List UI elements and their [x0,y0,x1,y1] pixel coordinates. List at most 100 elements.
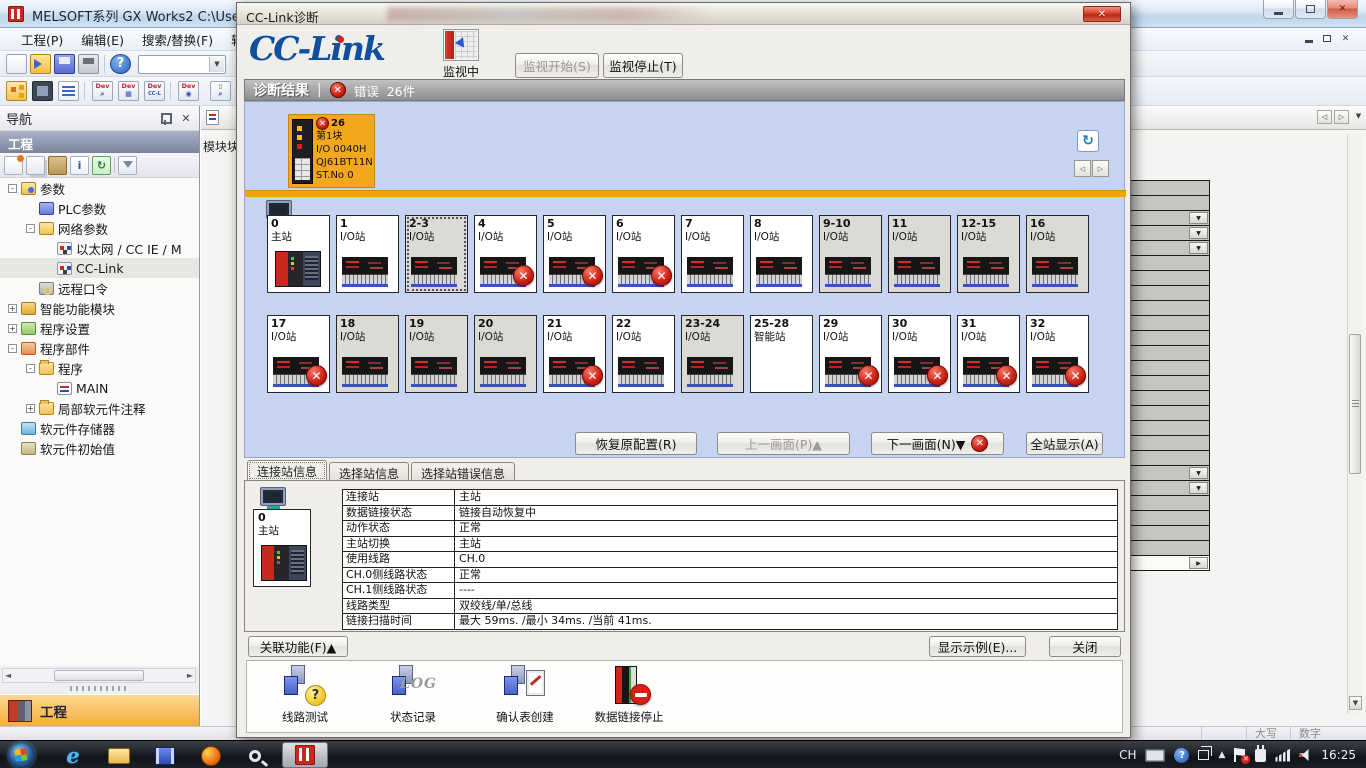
param-cell-19[interactable] [1130,450,1210,466]
tree-horizontal-scrollbar[interactable]: ◄ ► [2,668,196,683]
tool-4[interactable]: 数据链接停止 [567,664,691,725]
scrollbar-thumb[interactable] [1349,334,1361,474]
minimize-button[interactable] [1263,0,1294,19]
module-icon[interactable] [32,81,53,101]
monitor-start-button[interactable]: 监视开始(S) [515,53,599,78]
station-22[interactable]: 22I/O站 [612,315,675,393]
combobox-dropdown-icon[interactable]: ▼ [209,57,224,72]
tree-item-3[interactable]: 以太网 / CC IE / M [0,238,199,258]
print-icon[interactable] [78,54,99,74]
watch-combobox[interactable]: ▼ [138,55,226,74]
station-32[interactable]: 32I/O站✕ [1026,315,1089,393]
language-indicator[interactable]: CH [1119,748,1136,762]
show-all-stations-button[interactable]: 全站显示(A) [1026,432,1103,455]
splitter-handle[interactable] [70,686,130,691]
station-1[interactable]: 1I/O站 [336,215,399,293]
tree-item-12[interactable]: 软元件存储器 [0,418,199,438]
mdi-close-button[interactable]: ✕ [1338,31,1353,46]
close-button[interactable]: ✕ [1327,0,1358,19]
param-cell-5[interactable]: ▼ [1130,240,1210,256]
property-icon[interactable]: i [70,156,89,175]
param-cell-11[interactable] [1130,330,1210,346]
station-17[interactable]: 17I/O站✕ [267,315,330,393]
new-project-icon[interactable] [6,54,27,74]
station-7[interactable]: 7I/O站 [681,215,744,293]
start-button[interactable] [8,742,35,768]
media-player-icon[interactable] [152,744,178,767]
tree-item-4[interactable]: CC-Link [0,258,199,278]
tree-expand-box[interactable]: + [26,404,35,413]
device-find-icon[interactable]: Dev⌕ [92,81,113,101]
power-icon[interactable] [1255,749,1266,762]
tree-expand-box[interactable]: - [26,224,35,233]
tree-item-11[interactable]: +局部软元件注释 [0,398,199,418]
param-cell-17[interactable] [1130,420,1210,436]
tree-item-2[interactable]: -网络参数 [0,218,199,238]
tree-item-10[interactable]: MAIN [0,378,199,398]
gx-works2-taskbar-button[interactable] [282,742,328,768]
help-icon[interactable]: ? [110,54,131,74]
new-item-icon[interactable] [4,156,23,175]
param-cell-12[interactable] [1130,345,1210,361]
device-q-icon[interactable]: ▯⌕ [210,81,231,101]
tab-list-button[interactable]: ▼ [1351,110,1366,124]
param-cell-25[interactable] [1130,540,1210,556]
related-functions-button[interactable]: 关联功能(F)▲ [248,636,348,657]
station-18[interactable]: 18I/O站 [336,315,399,393]
station-31[interactable]: 31I/O站✕ [957,315,1020,393]
station-0[interactable]: 0主站 [267,215,330,293]
tree-expand-box[interactable]: - [26,364,35,373]
param-cell-26[interactable]: ▶ [1130,555,1210,571]
menu-item-2[interactable]: 搜索/替换(F) [133,27,222,52]
tree-item-6[interactable]: +智能功能模块 [0,298,199,318]
save-project-icon[interactable] [54,54,75,74]
param-cell-24[interactable] [1130,525,1210,541]
action-center-icon[interactable]: ✕ [1234,748,1246,762]
device-watch-icon[interactable]: Dev◉ [178,81,199,101]
menu-item-0[interactable]: 工程(P) [12,27,72,52]
tab-2[interactable]: 选择站错误信息 [411,462,515,481]
tree-item-5[interactable]: 远程口令 [0,278,199,298]
prev-screen-button[interactable]: 上一画面(P)▲ [717,432,850,455]
ime-help-icon[interactable]: ? [1174,748,1189,763]
param-cell-6[interactable] [1130,255,1210,271]
scroll-left-icon[interactable]: ◄ [5,671,11,680]
param-cell-8[interactable] [1130,285,1210,301]
firefox-icon[interactable] [198,744,224,767]
station-30[interactable]: 30I/O站✕ [888,315,951,393]
close-dialog-button[interactable]: 关闭 [1049,636,1121,657]
param-cell-23[interactable] [1130,510,1210,526]
scrollbar-thumb[interactable] [54,670,144,681]
scroll-right-icon[interactable]: ► [187,671,193,680]
param-cell-20[interactable]: ▼ [1130,465,1210,481]
station-4[interactable]: 4I/O站✕ [474,215,537,293]
station-29[interactable]: 29I/O站✕ [819,315,882,393]
param-cell-9[interactable] [1130,300,1210,316]
tree-expand-box[interactable]: - [8,184,17,193]
param-cell-16[interactable] [1130,405,1210,421]
station-16[interactable]: 16I/O站 [1026,215,1089,293]
tab-scroll-left-button[interactable]: ◁ [1317,110,1332,124]
dialog-close-button[interactable]: ✕ [1083,6,1121,22]
selected-station-card[interactable]: 0 主站 [253,509,311,587]
mdi-minimize-button[interactable] [1301,31,1316,46]
device-grid-icon[interactable]: Dev▦ [118,81,139,101]
browse-button[interactable]: ▶ [1189,557,1208,569]
station-12-15[interactable]: 12-15I/O站 [957,215,1020,293]
paste-icon[interactable] [48,156,67,175]
open-project-icon[interactable] [30,54,51,74]
display-example-button[interactable]: 显示示例(E)... [929,636,1026,657]
tool-1[interactable]: ?线路测试 [257,664,353,725]
show-hidden-icons-button[interactable]: ▲ [1218,750,1225,760]
station-5[interactable]: 5I/O站✕ [543,215,606,293]
tab-1[interactable]: 选择站信息 [329,462,409,481]
param-cell-2[interactable] [1130,195,1210,211]
restore-config-button[interactable]: 恢复原配置(R) [575,432,697,455]
param-cell-15[interactable] [1130,390,1210,406]
tab-scroll-right-button[interactable]: ▷ [1334,110,1349,124]
param-cell-21[interactable]: ▼ [1130,480,1210,496]
dropdown-button[interactable]: ▼ [1189,242,1208,254]
tree-expand-box[interactable]: + [8,324,17,333]
maximize-button[interactable] [1295,0,1326,19]
tool-2[interactable]: LOG状态记录 [365,664,461,725]
